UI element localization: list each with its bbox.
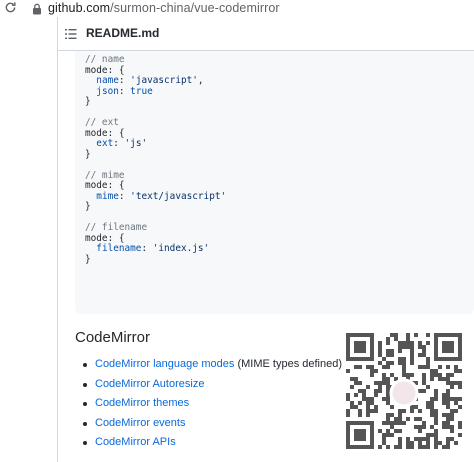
url-field[interactable]: github.com/surmon-china/vue-codemirror bbox=[48, 1, 280, 15]
code-token: mime bbox=[96, 190, 119, 202]
code-token: 'javascript' bbox=[130, 75, 198, 86]
code-token: } bbox=[85, 201, 91, 212]
code-token: } bbox=[85, 148, 91, 160]
file-header: README.md bbox=[58, 17, 474, 51]
lock-icon[interactable] bbox=[32, 2, 42, 15]
bullet-icon bbox=[83, 402, 87, 406]
doc-link[interactable]: CodeMirror themes bbox=[95, 397, 189, 409]
code-token: json bbox=[96, 85, 119, 97]
code-token: ext bbox=[96, 138, 114, 149]
url-host: github.com bbox=[48, 1, 111, 15]
browser-address-bar: github.com/surmon-china/vue-codemirror bbox=[0, 0, 474, 17]
link-note: (MIME types defined) bbox=[234, 358, 343, 370]
code-token: : bbox=[118, 190, 131, 202]
code-block: // name mode: { name: 'javascript', json:… bbox=[75, 51, 474, 314]
code-line: } bbox=[85, 201, 226, 213]
url-path: /surmon-china/vue-codemirror bbox=[110, 1, 280, 15]
code-token: } bbox=[85, 253, 91, 265]
list-item: CodeMirror Autoresize bbox=[80, 375, 342, 395]
bullet-icon bbox=[83, 421, 87, 426]
code-line: filename: 'index.js' bbox=[85, 243, 226, 255]
code-token: : bbox=[118, 85, 131, 97]
code-token: true bbox=[130, 85, 153, 97]
code-token: mode: { bbox=[85, 232, 125, 244]
code-token: : bbox=[141, 243, 153, 254]
code-token: filename bbox=[96, 243, 142, 254]
list-icon[interactable] bbox=[65, 27, 77, 39]
code-line: ext: 'js' bbox=[85, 138, 226, 150]
file-name: README.md bbox=[86, 26, 160, 40]
code-token: // ext bbox=[85, 117, 119, 128]
doc-link[interactable]: CodeMirror APIs bbox=[95, 436, 176, 448]
code-token: // name bbox=[85, 54, 125, 65]
code-token: mode: { bbox=[85, 180, 125, 191]
code-token: , bbox=[197, 75, 204, 86]
code-token: 'text/javascript' bbox=[130, 190, 227, 202]
link-list: CodeMirror language modes (MIME types de… bbox=[80, 355, 342, 453]
content-border bbox=[57, 17, 58, 462]
code-token: // mime bbox=[85, 169, 125, 181]
code-line: } bbox=[85, 253, 226, 266]
list-item: CodeMirror language modes (MIME types de… bbox=[80, 355, 342, 375]
code-line: } bbox=[85, 148, 226, 161]
doc-link[interactable]: CodeMirror language modes bbox=[95, 358, 234, 370]
section-heading: CodeMirror bbox=[75, 329, 151, 346]
code-line: mime: 'text/javascript' bbox=[85, 190, 227, 203]
code-line: json: true bbox=[85, 85, 226, 98]
bullet-icon bbox=[83, 363, 87, 367]
code-token: mode: { bbox=[85, 127, 125, 139]
doc-link[interactable]: CodeMirror Autoresize bbox=[95, 378, 204, 390]
code-token: 'index.js' bbox=[152, 243, 210, 254]
code-token: 'js' bbox=[124, 138, 148, 149]
bullet-icon bbox=[83, 441, 87, 445]
doc-link[interactable]: CodeMirror events bbox=[95, 417, 185, 429]
list-item: CodeMirror themes bbox=[80, 394, 342, 414]
code-line: } bbox=[85, 96, 226, 108]
code-content: // name mode: { name: 'javascript', json:… bbox=[85, 54, 227, 266]
code-token: : bbox=[118, 75, 131, 86]
list-item: CodeMirror APIs bbox=[80, 433, 342, 453]
list-item: CodeMirror events bbox=[80, 414, 342, 434]
code-token: : bbox=[113, 138, 125, 149]
code-token: } bbox=[85, 96, 91, 107]
code-token: // filename bbox=[85, 222, 148, 233]
qr-code-image bbox=[346, 333, 462, 449]
code-token: mode: { bbox=[85, 64, 125, 76]
code-token: name bbox=[96, 75, 119, 86]
bullet-icon bbox=[83, 382, 87, 387]
reload-icon[interactable] bbox=[4, 1, 18, 15]
